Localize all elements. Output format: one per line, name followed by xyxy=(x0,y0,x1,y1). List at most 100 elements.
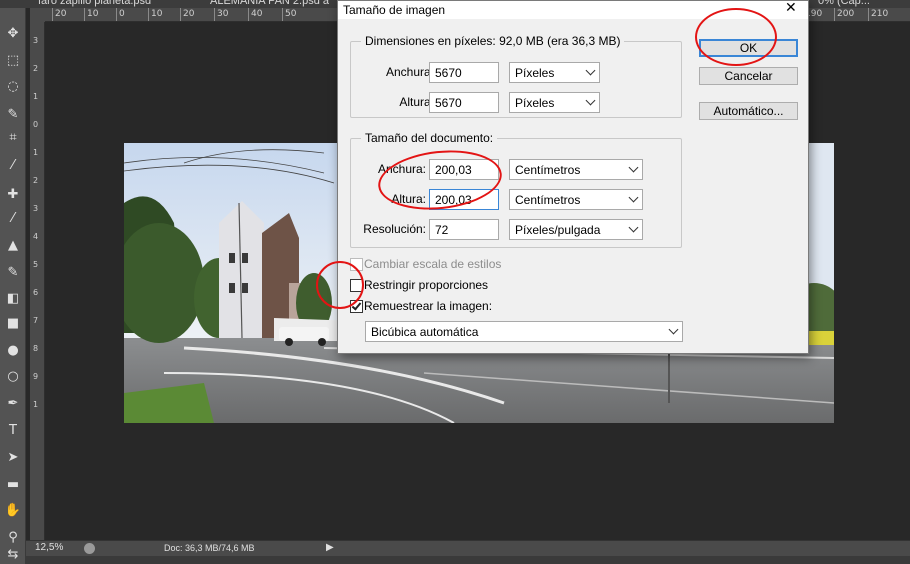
chevron-down-icon xyxy=(585,95,596,106)
document-size-info: Doc: 36,3 MB/74,6 MB xyxy=(164,543,255,553)
quick-select-icon[interactable]: ✎ xyxy=(0,104,26,124)
doc-height-unit-value: Centímetros xyxy=(515,193,581,207)
tab-partial[interactable]: 0% (Cap... xyxy=(818,0,870,8)
pixel-height-unit-select[interactable]: Píxeles xyxy=(509,92,600,113)
doc-width-input[interactable]: 200,03 xyxy=(429,159,499,180)
close-icon[interactable]: ✕ xyxy=(785,0,797,16)
ok-button[interactable]: OK xyxy=(699,39,798,57)
pixel-dimensions-group: Dimensiones en píxeles: 92,0 MB (era 36,… xyxy=(350,34,682,118)
pixel-width-unit-value: Píxeles xyxy=(515,66,555,80)
dodge-icon[interactable]: ○ xyxy=(0,366,26,386)
crop-icon[interactable]: ⌗ xyxy=(0,127,26,147)
document-size-legend: Tamaño del documento: xyxy=(361,131,498,145)
ruler-tick xyxy=(180,8,181,21)
stamp-icon[interactable]: ▲ xyxy=(0,235,26,255)
hand-icon[interactable]: ✋ xyxy=(0,500,26,520)
pixel-width-label: Anchura: xyxy=(385,65,434,79)
resample-method-select[interactable]: Bicúbica automática xyxy=(365,321,683,342)
resolution-input[interactable]: 72 xyxy=(429,219,499,240)
shape-icon[interactable]: ▬ xyxy=(0,474,26,494)
image-size-dialog: Tamaño de imagen ✕ Dimensiones en píxele… xyxy=(337,0,809,354)
doc-height-unit-select[interactable]: Centímetros xyxy=(509,189,643,210)
ruler-label: 3 xyxy=(33,36,39,45)
doc-width-unit-value: Centímetros xyxy=(515,163,581,177)
zoom-level[interactable]: 12,5% xyxy=(35,542,63,553)
ruler-label: 0 xyxy=(119,9,125,19)
resolution-unit-value: Píxeles/pulgada xyxy=(515,223,601,237)
ruler-tick xyxy=(834,8,835,21)
ruler-tick xyxy=(52,8,53,21)
photoshop-window: faro zapillo planeta.psd ALEMANIA PAN 2.… xyxy=(0,0,910,564)
ruler-tick xyxy=(148,8,149,21)
ruler-label: 9 xyxy=(33,372,39,381)
path-select-icon[interactable]: ➤ xyxy=(0,447,26,467)
chevron-down-icon xyxy=(668,324,679,335)
doc-width-unit-select[interactable]: Centímetros xyxy=(509,159,643,180)
lasso-icon[interactable]: ◌ xyxy=(0,76,26,96)
ruler-label: 210 xyxy=(871,9,889,19)
chevron-down-icon xyxy=(585,65,596,76)
marquee-icon[interactable]: ⬚ xyxy=(0,50,26,70)
blur-icon[interactable]: ● xyxy=(0,340,26,360)
pixel-height-unit-value: Píxeles xyxy=(515,96,555,110)
status-info-icon[interactable] xyxy=(84,543,95,554)
ruler-label: 50 xyxy=(285,9,297,19)
tab-faro-zapillo[interactable]: faro zapillo planeta.psd xyxy=(38,0,151,8)
eyedropper-icon[interactable]: ⁄ xyxy=(0,155,26,175)
ruler-label: 10 xyxy=(151,9,163,19)
resolution-unit-select[interactable]: Píxeles/pulgada xyxy=(509,219,643,240)
ruler-label: 8 xyxy=(33,344,39,353)
pixel-width-unit-select[interactable]: Píxeles xyxy=(509,62,600,83)
vertical-ruler[interactable]: 3 2 1 0 1 2 3 4 5 6 7 8 9 1 xyxy=(30,22,45,540)
status-menu-arrow-icon[interactable]: ▶ xyxy=(326,542,334,553)
ruler-label: 3 xyxy=(33,204,39,213)
ruler-label: 40 xyxy=(251,9,263,19)
eraser-icon[interactable]: ◧ xyxy=(0,288,26,308)
chevron-down-icon xyxy=(628,222,639,233)
history-brush-icon[interactable]: ✎ xyxy=(0,262,26,282)
checkmark-icon xyxy=(351,300,362,311)
resolution-label: Resolución: xyxy=(363,222,426,236)
scale-styles-label: Cambiar escala de estilos xyxy=(364,257,502,271)
tools-panel: ✥ ⬚ ◌ ✎ ⌗ ⁄ ✚ ⁄ ▲ ✎ ◧ ■ ● ○ ✒ T ➤ ▬ ✋ ⚲ ⇆ xyxy=(0,8,26,564)
resample-checkbox[interactable] xyxy=(350,300,363,313)
tab-alemania-pan[interactable]: ALEMANIA PAN 2.psd a xyxy=(210,0,329,8)
resample-label[interactable]: Remuestrear la imagen: xyxy=(364,299,492,313)
ruler-label: 4 xyxy=(33,232,39,241)
auto-button[interactable]: Automático... xyxy=(699,102,798,120)
gradient-icon[interactable]: ■ xyxy=(0,313,26,333)
brush-icon[interactable]: ⁄ xyxy=(0,208,26,228)
ruler-label: 5 xyxy=(33,260,39,269)
ruler-label: 200 xyxy=(837,9,855,19)
pixel-height-input[interactable]: 5670 xyxy=(429,92,499,113)
ruler-label: 20 xyxy=(183,9,195,19)
ruler-tick xyxy=(868,8,869,21)
doc-height-label: Altura: xyxy=(391,192,426,206)
ruler-label: 6 xyxy=(33,288,39,297)
healing-icon[interactable]: ✚ xyxy=(0,184,26,204)
pixel-width-input[interactable]: 5670 xyxy=(429,62,499,83)
ruler-tick xyxy=(214,8,215,21)
scale-styles-checkbox xyxy=(350,258,363,271)
ruler-corner xyxy=(30,8,45,22)
dialog-title: Tamaño de imagen xyxy=(343,3,446,17)
ruler-tick xyxy=(248,8,249,21)
constrain-proportions-checkbox[interactable] xyxy=(350,279,363,292)
swap-colors-icon[interactable]: ⇆ xyxy=(0,544,26,564)
pen-icon[interactable]: ✒ xyxy=(0,393,26,413)
type-icon[interactable]: T xyxy=(0,420,26,440)
ruler-label: 7 xyxy=(33,316,39,325)
dialog-titlebar[interactable]: Tamaño de imagen ✕ xyxy=(338,0,808,19)
constrain-proportions-label[interactable]: Restringir proporciones xyxy=(364,278,488,292)
chevron-down-icon xyxy=(628,192,639,203)
cancel-button[interactable]: Cancelar xyxy=(699,67,798,85)
ruler-label: 2 xyxy=(33,64,39,73)
doc-height-input[interactable]: 200,03 xyxy=(429,189,499,210)
pixel-dimensions-legend: Dimensiones en píxeles: 92,0 MB (era 36,… xyxy=(361,34,625,48)
move-icon[interactable]: ✥ xyxy=(0,23,26,43)
ruler-label: 1 xyxy=(33,148,39,157)
ruler-label: 2 xyxy=(33,176,39,185)
ruler-tick xyxy=(84,8,85,21)
ruler-tick xyxy=(282,8,283,21)
ruler-label: 20 xyxy=(55,9,67,19)
